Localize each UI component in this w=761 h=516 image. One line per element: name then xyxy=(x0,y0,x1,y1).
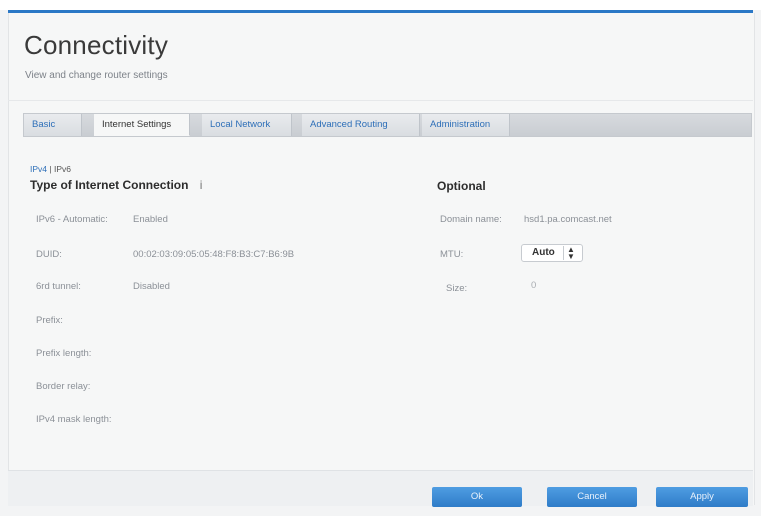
tab-strip: Basic Internet Settings Local Network Ad… xyxy=(23,113,752,137)
divider xyxy=(8,100,753,101)
ip-separator: | xyxy=(49,164,52,174)
settings-panel xyxy=(8,13,755,505)
internet-connection-heading-text: Type of Internet Connection xyxy=(30,178,189,192)
ipv4-mask-length-label: IPv4 mask length: xyxy=(36,414,112,425)
ipv6-automatic-value: Enabled xyxy=(133,214,168,225)
top-margin xyxy=(0,0,761,10)
apply-button[interactable]: Apply xyxy=(656,487,748,507)
page-subtitle: View and change router settings xyxy=(25,70,168,81)
6rd-tunnel-value: Disabled xyxy=(133,281,170,292)
cancel-button[interactable]: Cancel xyxy=(547,487,637,507)
ipv6-automatic-label: IPv6 - Automatic: xyxy=(36,214,108,225)
internet-connection-heading: Type of Internet Connection i xyxy=(30,178,202,192)
ipv4-link[interactable]: IPv4 xyxy=(30,164,47,174)
6rd-tunnel-label: 6rd tunnel: xyxy=(36,281,81,292)
optional-heading: Optional xyxy=(437,179,486,193)
size-label: Size: xyxy=(446,283,468,294)
tab-administration[interactable]: Administration xyxy=(422,114,510,136)
info-icon[interactable]: i xyxy=(200,178,203,192)
ok-button[interactable]: Ok xyxy=(432,487,522,507)
prefix-label: Prefix: xyxy=(36,315,63,326)
duid-label: DUID: xyxy=(36,249,62,260)
mtu-select[interactable]: Auto ▲ ▼ xyxy=(521,244,583,262)
duid-value: 00:02:03:09:05:05:48:F8:B3:C7:B6:9B xyxy=(133,249,295,260)
prefix-length-label: Prefix length: xyxy=(36,348,92,359)
tab-local-network[interactable]: Local Network xyxy=(202,114,292,136)
domain-name-value: hsd1.pa.comcast.net xyxy=(524,214,612,225)
mtu-size-field[interactable]: 0 xyxy=(521,280,573,295)
mtu-select-value: Auto xyxy=(532,247,555,258)
border-relay-label: Border relay: xyxy=(36,381,91,392)
tab-internet-settings[interactable]: Internet Settings xyxy=(94,114,190,136)
tab-advanced-routing[interactable]: Advanced Routing xyxy=(302,114,420,136)
ipv6-link[interactable]: IPv6 xyxy=(54,164,71,174)
select-arrows-icon: ▲ ▼ xyxy=(563,246,578,261)
page-title: Connectivity xyxy=(24,30,169,60)
footer-bar xyxy=(8,470,753,506)
domain-name-label: Domain name: xyxy=(440,214,502,225)
tab-basic[interactable]: Basic xyxy=(24,114,82,136)
ip-version-switch: IPv4 | IPv6 xyxy=(30,164,71,174)
mtu-label: MTU: xyxy=(440,249,464,260)
